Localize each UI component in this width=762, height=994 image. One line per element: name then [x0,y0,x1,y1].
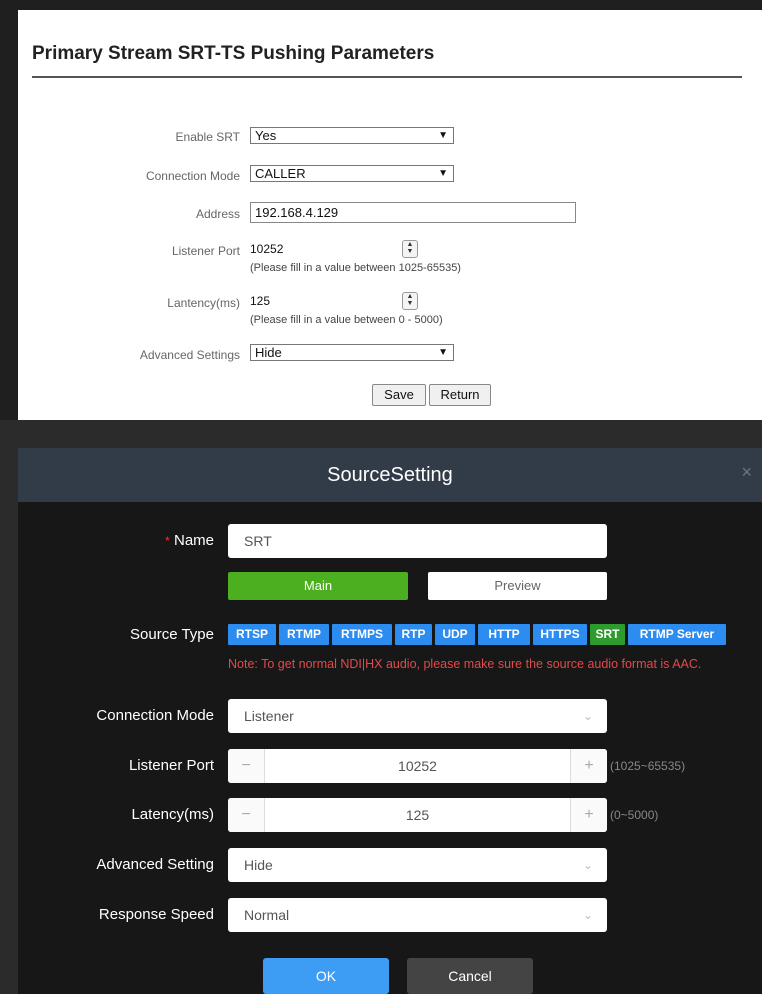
source-type-udp[interactable]: UDP [435,624,475,645]
address-input[interactable]: 192.168.4.129 [250,202,576,223]
connection-mode-label: Connection Mode [145,169,240,183]
address-label: Address [195,207,240,221]
enable-srt-label: Enable SRT [175,130,240,144]
chevron-down-icon: ▼ [438,168,448,179]
connection-mode-select[interactable]: Listener ⌄ [228,699,607,733]
source-type-srt[interactable]: SRT [590,624,625,645]
source-type-rtmp[interactable]: RTMP [279,624,329,645]
advanced-settings-value: Hide [255,345,282,360]
listener-port-label: Listener Port [128,757,214,774]
latency-stepper[interactable]: − 125 + [228,798,607,832]
advanced-setting-label: Advanced Setting [96,856,214,873]
dialog-header: SourceSetting × [18,448,762,502]
latency-input[interactable]: 125 ▲ ▼ [250,292,424,310]
minus-icon[interactable]: − [228,798,265,832]
connection-mode-value: CALLER [255,166,306,181]
source-type-https[interactable]: HTTPS [533,624,587,645]
tab-preview[interactable]: Preview [428,572,607,600]
srt-pushing-parameters-card: Primary Stream SRT-TS Pushing Parameters… [18,10,762,420]
latency-hint: (Please fill in a value between 0 - 5000… [250,314,443,326]
plus-icon[interactable]: + [570,749,607,783]
listener-port-stepper[interactable]: − 10252 + [228,749,607,783]
listener-port-input[interactable]: 10252 ▲ ▼ [250,240,424,258]
latency-value: 125 [250,294,271,308]
chevron-down-icon: ⌄ [582,709,593,723]
spin-arrows-icon[interactable]: ▲ ▼ [402,292,418,310]
required-marker: * [165,534,170,548]
dialog-title: SourceSetting [327,464,453,486]
source-type-rtmps[interactable]: RTMPS [332,624,392,645]
source-type-rtp[interactable]: RTP [395,624,432,645]
chevron-down-icon: ▼ [438,130,448,141]
advanced-setting-value: Hide [244,857,273,873]
name-label-text: Name [173,532,214,549]
minus-icon[interactable]: − [228,749,265,783]
source-type-label: Source Type [130,626,214,643]
advanced-setting-select[interactable]: Hide ⌄ [228,848,607,882]
source-type-rtmp-server[interactable]: RTMP Server [628,624,726,645]
connection-mode-value: Listener [244,708,294,724]
source-setting-dialog: SourceSetting × * Name SRT Main Preview … [18,448,762,994]
listener-port-range: (1025~65535) [610,759,686,773]
source-type-rtsp[interactable]: RTSP [228,624,276,645]
enable-srt-select[interactable]: Yes ▼ [250,127,454,144]
chevron-down-icon: ⌄ [582,908,593,922]
name-label: * Name [18,532,214,549]
top-panel-background: Primary Stream SRT-TS Pushing Parameters… [0,0,762,420]
chevron-down-icon: ▼ [438,347,448,358]
listener-port-value[interactable]: 10252 [264,749,571,783]
cancel-button[interactable]: Cancel [407,958,533,994]
plus-icon[interactable]: + [570,798,607,832]
ok-button[interactable]: OK [263,958,389,994]
return-button[interactable]: Return [429,384,491,406]
listener-port-label: Listener Port [171,244,240,258]
title-divider [32,76,742,78]
connection-mode-label: Connection Mode [96,707,214,724]
latency-value[interactable]: 125 [264,798,571,832]
source-type-http[interactable]: HTTP [478,624,530,645]
save-button[interactable]: Save [372,384,426,406]
spin-arrows-icon[interactable]: ▲ ▼ [402,240,418,258]
tab-main[interactable]: Main [228,572,408,600]
advanced-settings-select[interactable]: Hide ▼ [250,344,454,361]
response-speed-value: Normal [244,907,290,923]
listener-port-hint: (Please fill in a value between 1025-655… [250,262,461,274]
enable-srt-value: Yes [255,128,277,143]
name-input[interactable]: SRT [228,524,607,558]
response-speed-label: Response Speed [98,906,214,923]
latency-range: (0~5000) [610,808,659,822]
latency-label: Latency(ms) [131,806,214,823]
advanced-settings-label: Advanced Settings [139,348,240,362]
audio-format-note: Note: To get normal NDI|HX audio, please… [228,657,702,671]
listener-port-value: 10252 [250,242,284,256]
response-speed-select[interactable]: Normal ⌄ [228,898,607,932]
page-title: Primary Stream SRT-TS Pushing Parameters [32,43,435,64]
connection-mode-select[interactable]: CALLER ▼ [250,165,454,182]
close-icon[interactable]: × [741,462,752,483]
chevron-down-icon: ⌄ [582,858,593,872]
latency-label: Lantency(ms) [167,296,240,310]
